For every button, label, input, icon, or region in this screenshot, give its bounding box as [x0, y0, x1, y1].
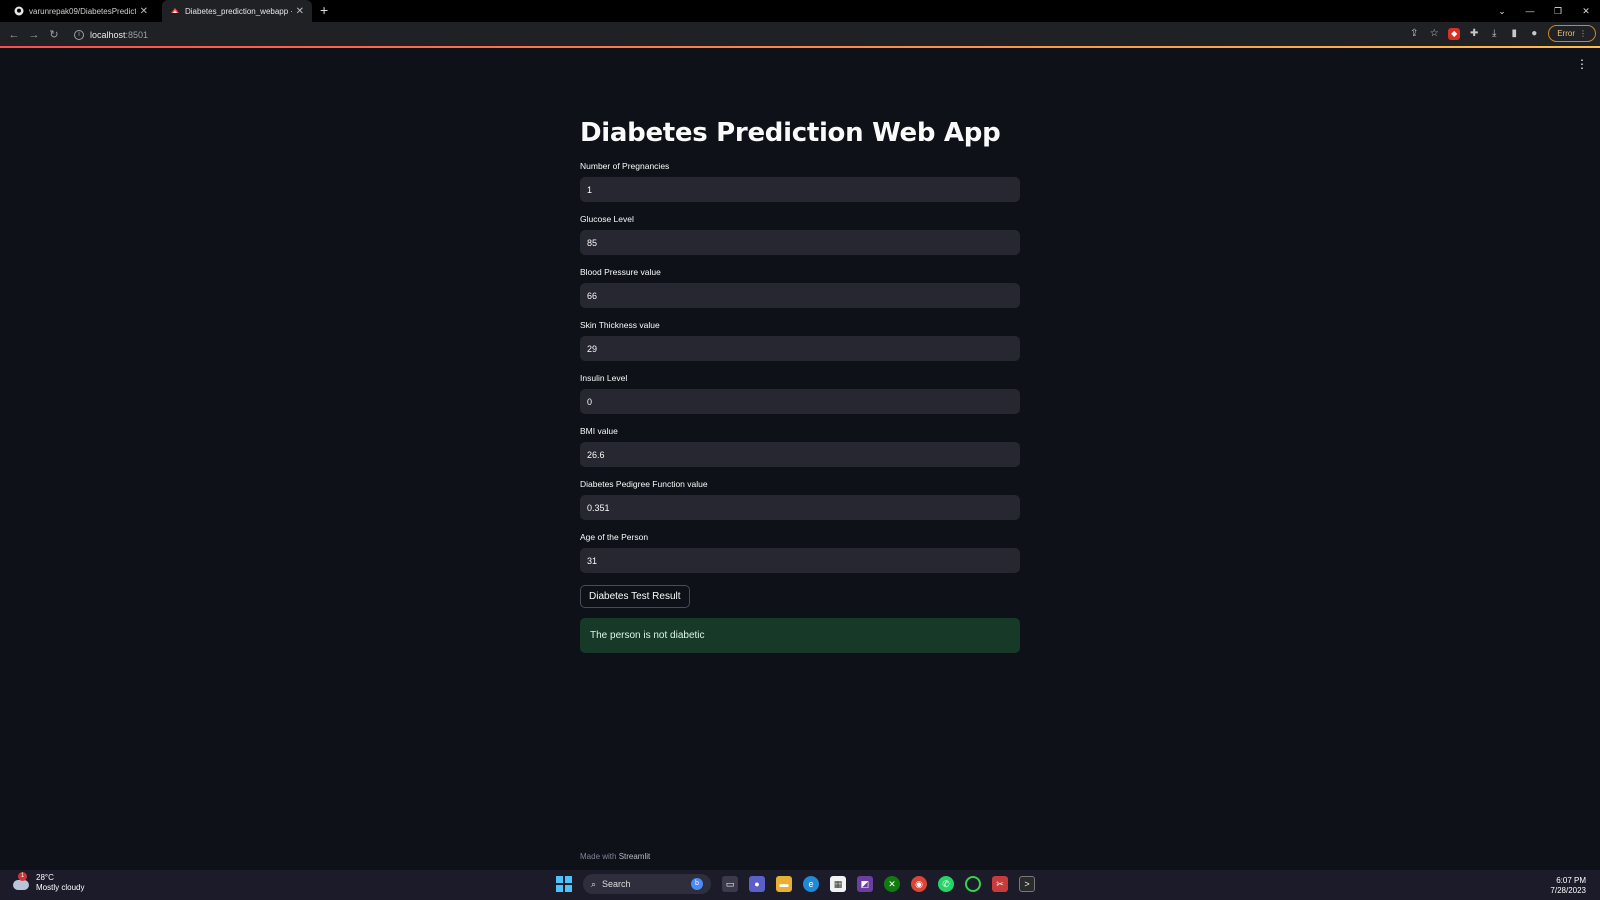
- chrome-icon[interactable]: ◉: [911, 876, 927, 892]
- field-label: Insulin Level: [580, 373, 628, 383]
- cloud-icon: 1: [12, 872, 30, 892]
- footer: Made with Streamlit: [580, 852, 650, 861]
- weather-temperature: 28°C: [36, 873, 54, 882]
- restore-icon[interactable]: ❐: [1544, 6, 1572, 17]
- main-content: Diabetes Prediction Web App Number of Pr…: [580, 118, 1020, 653]
- weather-description: Mostly cloudy: [36, 883, 85, 892]
- snipping-tool-icon[interactable]: ✂: [992, 876, 1008, 892]
- whatsapp-icon[interactable]: ✆: [938, 876, 954, 892]
- insulin-input[interactable]: [580, 389, 1020, 414]
- windows-taskbar: 1 28°C Mostly cloudy ⌕ Search b ▭ ● ▬ e …: [0, 870, 1600, 900]
- field-insulin: Insulin Level: [580, 373, 1020, 414]
- reload-icon[interactable]: ↻: [44, 28, 64, 41]
- field-pedigree: Diabetes Pedigree Function value: [580, 479, 1020, 520]
- github-icon: [14, 6, 24, 16]
- profile-avatar-icon[interactable]: ●: [1528, 28, 1540, 40]
- browser-tab-strip: varunrepak09/DiabetesPrediction ✕ Diabet…: [0, 0, 1600, 22]
- terminal-icon[interactable]: >: [1019, 876, 1035, 892]
- system-clock[interactable]: 6:07 PM 7/28/2023: [1550, 876, 1586, 896]
- bookmark-star-icon[interactable]: ☆: [1428, 28, 1440, 40]
- field-bmi: BMI value: [580, 426, 1020, 467]
- skin-thickness-input[interactable]: [580, 336, 1020, 361]
- field-label: Age of the Person: [580, 532, 649, 542]
- success-alert: The person is not diabetic: [580, 618, 1020, 653]
- side-panel-icon[interactable]: ▮: [1508, 28, 1520, 40]
- field-label: Diabetes Pedigree Function value: [580, 479, 708, 489]
- error-chip[interactable]: Error ⋮: [1548, 25, 1596, 42]
- field-label: Glucose Level: [580, 214, 634, 224]
- tab-title: Diabetes_prediction_webapp · St: [185, 6, 292, 16]
- search-placeholder: Search: [602, 879, 631, 889]
- window-controls: ⌄ — ❐ ✕: [1488, 0, 1600, 22]
- field-pregnancies: Number of Pregnancies: [580, 161, 1020, 202]
- new-tab-button[interactable]: +: [320, 0, 328, 22]
- field-label: Blood Pressure value: [580, 267, 661, 277]
- tab-streamlit-app[interactable]: Diabetes_prediction_webapp · St ✕: [162, 0, 312, 22]
- clock-time: 6:07 PM: [1556, 876, 1586, 885]
- streamlit-top-decoration: [0, 46, 1600, 48]
- clock-date: 7/28/2023: [1550, 886, 1586, 895]
- error-chip-label: Error: [1557, 29, 1575, 38]
- streamlit-icon: [170, 6, 180, 16]
- streamlit-link[interactable]: Streamlit: [619, 852, 651, 861]
- toolbar-actions: ⇪ ☆ ◆ ✚ ⤓ ▮ ● Error ⋮: [1408, 25, 1596, 42]
- address-port: :8501: [125, 29, 149, 40]
- tab-github[interactable]: varunrepak09/DiabetesPrediction ✕: [6, 0, 156, 22]
- more-vertical-icon: ⋮: [1579, 29, 1587, 38]
- blood-pressure-input[interactable]: [580, 283, 1020, 308]
- close-tab-icon[interactable]: ✕: [296, 6, 304, 17]
- xbox-icon[interactable]: ✕: [884, 876, 900, 892]
- field-age: Age of the Person: [580, 532, 1020, 573]
- close-window-icon[interactable]: ✕: [1572, 6, 1600, 17]
- bmi-input[interactable]: [580, 442, 1020, 467]
- pedigree-input[interactable]: [580, 495, 1020, 520]
- back-arrow-icon[interactable]: ←: [4, 29, 24, 41]
- address-bar[interactable]: i localhost:8501: [74, 25, 1364, 44]
- weather-widget[interactable]: 1 28°C Mostly cloudy: [12, 872, 85, 893]
- forward-arrow-icon[interactable]: →: [24, 29, 44, 41]
- app-menu-icon[interactable]: ⋮: [1576, 57, 1588, 71]
- extension-shield-icon[interactable]: ◆: [1448, 27, 1461, 40]
- taskbar-apps: ⌕ Search b ▭ ● ▬ e ▦ ◩ ✕ ◉ ✆ ✂ >: [556, 874, 1035, 894]
- notification-badge: 1: [18, 872, 27, 881]
- tab-search-icon[interactable]: ⌄: [1488, 6, 1516, 17]
- glucose-input[interactable]: [580, 230, 1020, 255]
- windows-start-icon[interactable]: [556, 876, 572, 892]
- search-icon: ⌕: [591, 878, 597, 889]
- field-label: BMI value: [580, 426, 618, 436]
- age-input[interactable]: [580, 548, 1020, 573]
- bing-icon: b: [691, 878, 703, 890]
- close-tab-icon[interactable]: ✕: [140, 6, 148, 17]
- teams-chat-icon[interactable]: ●: [749, 876, 765, 892]
- field-label: Number of Pregnancies: [580, 161, 670, 171]
- download-icon[interactable]: ⤓: [1488, 28, 1500, 40]
- diabetes-test-result-button[interactable]: Diabetes Test Result: [580, 585, 690, 608]
- pregnancies-input[interactable]: [580, 177, 1020, 202]
- extensions-puzzle-icon[interactable]: ✚: [1468, 28, 1480, 40]
- field-label: Skin Thickness value: [580, 320, 660, 330]
- tab-title: varunrepak09/DiabetesPrediction: [29, 6, 136, 16]
- field-glucose: Glucose Level: [580, 214, 1020, 255]
- task-view-icon[interactable]: ▭: [722, 876, 738, 892]
- microsoft-store-icon[interactable]: ▦: [830, 876, 846, 892]
- result-message: The person is not diabetic: [590, 630, 705, 641]
- share-icon[interactable]: ⇪: [1408, 28, 1420, 40]
- page-title: Diabetes Prediction Web App: [580, 118, 1001, 148]
- field-skin-thickness: Skin Thickness value: [580, 320, 1020, 361]
- footer-text: Made with: [580, 852, 619, 861]
- address-host: localhost: [90, 29, 126, 40]
- edge-browser-icon[interactable]: e: [803, 876, 819, 892]
- browser-toolbar: ← → ↻ i localhost:8501 ⇪ ☆ ◆ ✚ ⤓ ▮ ● Err…: [0, 22, 1600, 47]
- site-info-icon[interactable]: i: [74, 29, 84, 40]
- file-explorer-icon[interactable]: ▬: [776, 876, 792, 892]
- photos-app-icon[interactable]: ◩: [857, 876, 873, 892]
- field-blood-pressure: Blood Pressure value: [580, 267, 1020, 308]
- taskbar-search[interactable]: ⌕ Search b: [583, 874, 711, 894]
- pycharm-loading-icon[interactable]: [965, 876, 981, 892]
- minimize-icon[interactable]: —: [1516, 6, 1544, 16]
